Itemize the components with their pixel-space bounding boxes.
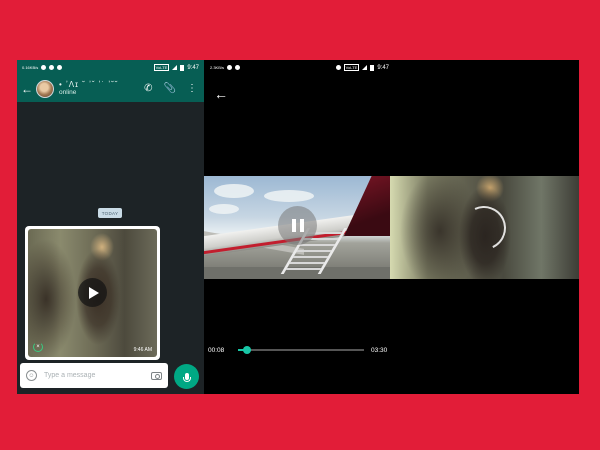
volte-badge: VoLTE	[153, 64, 170, 71]
notification-icon	[335, 65, 341, 70]
network-speed: 2.3KB/s	[210, 65, 225, 70]
signal-icon	[172, 65, 178, 70]
contact-info[interactable]: • ʼɅɪ ˘ ʼˇ ʼ˙ ʼ˘˘ online	[59, 80, 144, 97]
network-speed: 0.16KB/s	[22, 65, 39, 70]
play-button[interactable]	[78, 278, 107, 307]
message-composer: ☺	[20, 363, 168, 388]
video-player-screen: 2.3KB/s VoLTE 9:47 ← 00:08 03:30	[204, 60, 579, 394]
notification-icon	[227, 65, 233, 70]
volte-badge: VoLTE	[343, 64, 360, 71]
seek-bar[interactable]: 00:08 03:30	[208, 345, 390, 355]
play-icon	[89, 286, 99, 299]
message-time: 9:46 AM	[133, 347, 152, 353]
status-bar: 0.16KB/s VoLTE 9:47	[17, 60, 204, 75]
avatar[interactable]	[36, 79, 54, 98]
battery-icon	[180, 64, 185, 71]
video-thumbnail[interactable]: × 9:46 AM	[28, 229, 157, 357]
chat-header: ← • ʼɅɪ ˘ ʼˇ ʼ˙ ʼ˘˘ online ✆ 📎 ⋮	[17, 75, 204, 102]
notification-icon	[49, 65, 55, 70]
emoji-icon[interactable]: ☺	[26, 370, 37, 381]
message-list: TODAY × 9:46 AM	[17, 102, 204, 360]
battery-icon	[370, 64, 375, 71]
contact-status: online	[59, 89, 77, 96]
chat-screen: 0.16KB/s VoLTE 9:47 ← • ʼɅɪ ˘ ʼˇ ʼ˙ ʼ˘˘ …	[17, 60, 204, 394]
seek-track[interactable]	[238, 346, 364, 354]
phone-icon[interactable]: ✆	[144, 83, 152, 94]
signal-icon	[362, 65, 368, 70]
video-surface[interactable]	[204, 176, 579, 279]
video-frame-plane	[204, 176, 390, 279]
notification-icon	[41, 65, 47, 70]
video-message[interactable]: × 9:46 AM	[25, 226, 160, 360]
notification-icon	[57, 65, 63, 70]
status-time: 9:47	[187, 64, 199, 71]
total-time: 03:30	[371, 346, 388, 354]
status-bar: 2.3KB/s VoLTE 9:47	[204, 60, 579, 75]
download-cancel-icon[interactable]: ×	[33, 342, 43, 352]
back-arrow-icon[interactable]: ←	[21, 82, 33, 96]
contact-name: • ʼɅɪ ˘ ʼˇ ʼ˙ ʼ˘˘	[59, 80, 119, 89]
seek-thumb[interactable]	[243, 346, 252, 354]
menu-dots-icon[interactable]: ⋮	[187, 83, 197, 94]
pause-icon	[299, 219, 304, 232]
pause-icon	[291, 219, 296, 232]
mic-button[interactable]	[174, 364, 199, 389]
pause-button[interactable]	[278, 206, 317, 245]
current-time: 00:08	[208, 346, 225, 354]
notification-icon	[235, 65, 241, 70]
date-chip: TODAY	[98, 208, 122, 218]
status-time: 9:47	[377, 64, 389, 71]
paperclip-icon[interactable]: 📎	[164, 83, 176, 94]
camera-icon[interactable]	[151, 371, 162, 380]
message-input[interactable]	[44, 372, 151, 379]
video-frame-blurred	[390, 176, 579, 279]
mic-icon	[182, 373, 191, 382]
back-arrow-icon[interactable]: ←	[214, 86, 228, 102]
loading-spinner-icon	[455, 199, 513, 257]
